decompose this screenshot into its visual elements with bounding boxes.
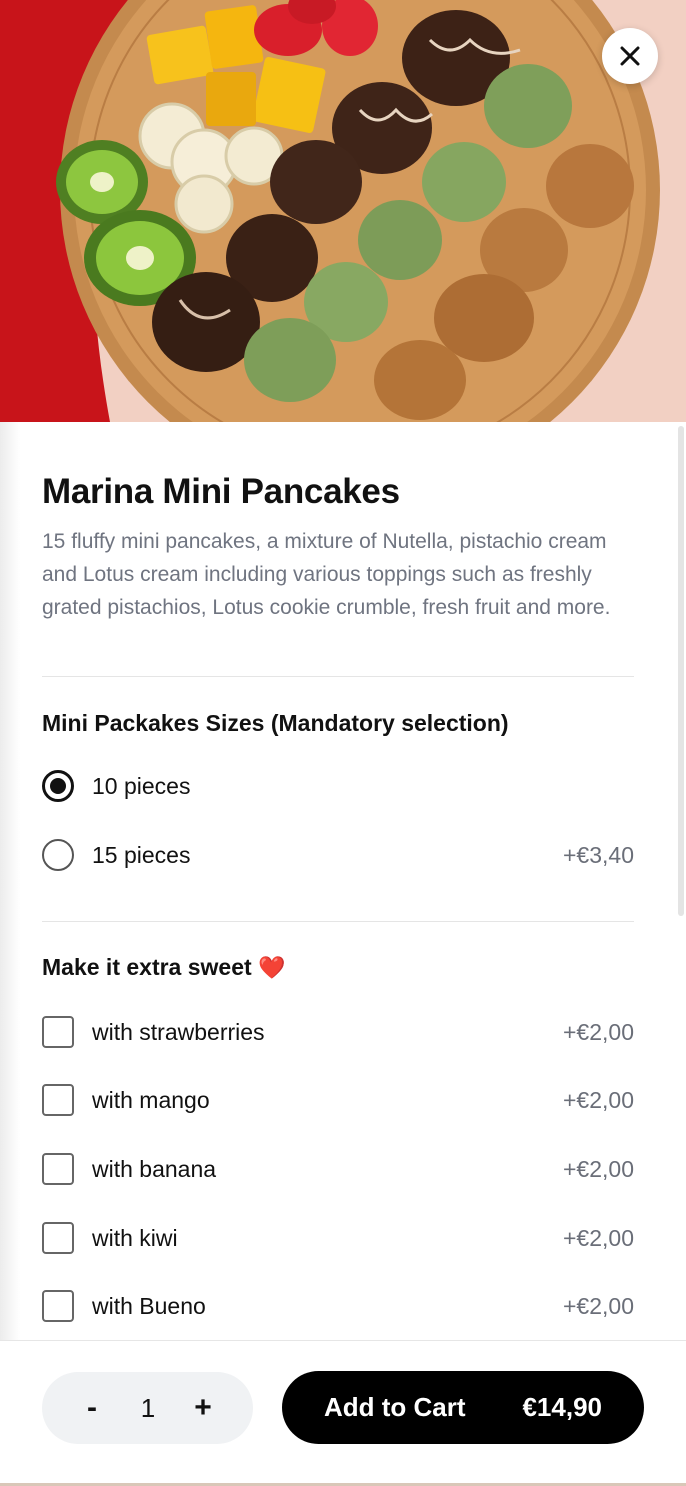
checkbox[interactable] bbox=[42, 1222, 74, 1254]
option-label: 10 pieces bbox=[92, 772, 191, 799]
option-label: with mango bbox=[92, 1086, 210, 1113]
product-description: 15 fluffy mini pancakes, a mixture of Nu… bbox=[42, 530, 611, 619]
checkbox[interactable] bbox=[42, 1290, 74, 1322]
product-image bbox=[0, 0, 686, 422]
option-label: with Bueno bbox=[92, 1292, 206, 1319]
option-label: 15 pieces bbox=[92, 841, 191, 868]
product-details: Marina Mini Pancakes 15 fluffy mini panc… bbox=[0, 422, 686, 1340]
option-price: +€2,00 bbox=[563, 1018, 634, 1045]
checkbox[interactable] bbox=[42, 1153, 74, 1185]
option-label: with strawberries bbox=[92, 1018, 265, 1045]
option-price: +€2,00 bbox=[563, 1292, 634, 1319]
radio-selected[interactable] bbox=[42, 770, 74, 802]
extra-option-banana[interactable]: with banana +€2,00 bbox=[42, 1149, 634, 1189]
option-price: +€3,40 bbox=[563, 841, 634, 868]
option-price: +€2,00 bbox=[563, 1155, 634, 1182]
heart-emoji-icon: ❤️ bbox=[258, 955, 286, 980]
divider bbox=[42, 676, 634, 677]
extra-option-mango[interactable]: with mango +€2,00 bbox=[42, 1080, 634, 1120]
divider bbox=[42, 921, 634, 922]
close-icon bbox=[620, 46, 640, 66]
scrollbar[interactable] bbox=[678, 426, 684, 916]
extra-option-bueno[interactable]: with Bueno +€2,00 bbox=[42, 1286, 634, 1326]
size-section-title: Mini Packakes Sizes (Mandatory selection… bbox=[42, 710, 509, 736]
option-price: +€2,00 bbox=[563, 1224, 634, 1251]
checkbox[interactable] bbox=[42, 1016, 74, 1048]
product-title: Marina Mini Pancakes bbox=[42, 472, 400, 511]
radio-unselected[interactable] bbox=[42, 839, 74, 871]
add-to-cart-label: Add to Cart bbox=[324, 1392, 466, 1422]
close-button[interactable] bbox=[602, 28, 658, 84]
extra-option-kiwi[interactable]: with kiwi +€2,00 bbox=[42, 1218, 634, 1258]
option-price: +€2,00 bbox=[563, 1086, 634, 1113]
decrease-quantity-button[interactable]: - bbox=[62, 1372, 122, 1444]
option-label: with banana bbox=[92, 1155, 217, 1182]
cart-footer: - 1 + Add to Cart €14,90 bbox=[0, 1340, 686, 1486]
quantity-stepper: - 1 + bbox=[42, 1372, 253, 1444]
quantity-value: 1 bbox=[140, 1392, 156, 1423]
option-label: with kiwi bbox=[92, 1224, 178, 1251]
product-photo bbox=[0, 0, 686, 422]
extra-option-strawberries[interactable]: with strawberries +€2,00 bbox=[42, 1012, 634, 1052]
checkbox[interactable] bbox=[42, 1084, 74, 1116]
size-option-15-pieces[interactable]: 15 pieces +€3,40 bbox=[42, 835, 634, 875]
extras-section-title: Make it extra sweet ❤️ bbox=[42, 954, 285, 981]
increase-quantity-button[interactable]: + bbox=[173, 1372, 233, 1444]
size-option-10-pieces[interactable]: 10 pieces bbox=[42, 766, 634, 806]
add-to-cart-button[interactable]: Add to Cart €14,90 bbox=[282, 1371, 644, 1444]
cart-total: €14,90 bbox=[522, 1392, 602, 1422]
extras-title-text: Make it extra sweet bbox=[42, 954, 252, 980]
